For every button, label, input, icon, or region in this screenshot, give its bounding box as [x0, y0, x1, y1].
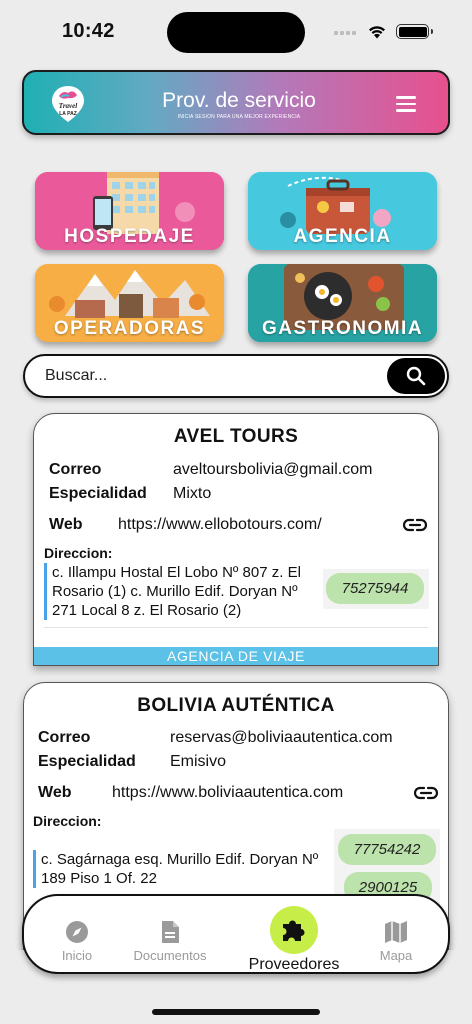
compass-icon [66, 921, 88, 943]
especialidad-label: Especialidad [38, 753, 136, 770]
provider-specialty: Mixto [173, 485, 212, 502]
provider-email: aveltoursbolivia@gmail.com [173, 461, 373, 478]
direccion-label: Direccion: [44, 545, 113, 561]
provider-website[interactable]: https://www.ellobotours.com/ [118, 516, 322, 534]
hamburger-menu-icon[interactable] [396, 96, 416, 112]
home-indicator [152, 1009, 320, 1015]
direccion-label: Direccion: [33, 813, 102, 829]
correo-label: Correo [49, 461, 102, 478]
provider-address: c. Sagárnaga esq. Murillo Edif. Doryan N… [33, 850, 323, 888]
battery-icon [396, 24, 433, 39]
status-time: 10:42 [62, 20, 115, 42]
category-agencia[interactable]: AGENCIA [248, 172, 437, 250]
web-label: Web [49, 516, 83, 533]
bottom-navigation: Inicio Documentos Proveedores Mapa [22, 894, 450, 974]
provider-list[interactable]: AVEL TOURS Correo aveltoursbolivia@gmail… [0, 410, 472, 950]
search-input[interactable] [45, 365, 375, 387]
category-label: GASTRONOMIA [261, 318, 424, 339]
nav-label: Inicio [61, 948, 93, 963]
provider-specialty: Emisivo [170, 753, 227, 770]
phone-chip[interactable]: 77754242 [338, 834, 436, 865]
wifi-icon [369, 26, 385, 39]
search-icon [406, 366, 426, 386]
correo-label: Correo [38, 729, 91, 746]
category-operadoras[interactable]: OPERADORAS [35, 264, 224, 342]
provider-card[interactable]: AVEL TOURS Correo aveltoursbolivia@gmail… [33, 413, 439, 666]
nav-item-proveedores[interactable]: Proveedores [246, 906, 342, 974]
provider-email: reservas@boliviaautentica.com [170, 729, 393, 746]
category-gastronomia[interactable]: GASTRONOMIA [248, 264, 437, 342]
puzzle-icon [283, 920, 305, 941]
provider-website[interactable]: https://www.boliviaautentica.com [112, 784, 343, 802]
app-header: Travel LA PAZ Prov. de servicio INICIA S… [22, 70, 450, 135]
phone-chip[interactable]: 75275944 [326, 573, 424, 604]
link-icon[interactable] [414, 786, 438, 800]
nav-item-mapa[interactable]: Mapa [374, 920, 418, 963]
nav-item-documentos[interactable]: Documentos [128, 920, 212, 963]
nav-item-inicio[interactable]: Inicio [54, 920, 100, 963]
web-label: Web [38, 784, 72, 801]
nav-label: Mapa [379, 948, 413, 963]
category-label: AGENCIA [293, 226, 392, 247]
link-icon[interactable] [403, 518, 427, 532]
provider-type-badge: AGENCIA DE VIAJE [34, 647, 438, 665]
document-icon [162, 921, 179, 943]
search-bar [23, 354, 449, 398]
status-bar: 10:42 [0, 0, 472, 62]
dynamic-island [167, 12, 305, 53]
provider-name: AVEL TOURS [173, 426, 299, 447]
page-title: Prov. de servicio [162, 89, 316, 112]
provider-address: c. Illampu Hostal El Lobo Nº 807 z. El R… [44, 563, 322, 620]
search-button[interactable] [387, 358, 445, 394]
category-label: HOSPEDAJE [64, 226, 195, 247]
especialidad-label: Especialidad [49, 485, 147, 502]
page-subtitle: INICIA SESION PARA UNA MEJOR EXPERIENCIA [177, 114, 301, 120]
nav-label: Proveedores [248, 956, 340, 973]
map-icon [385, 921, 407, 943]
category-label: OPERADORAS [53, 318, 206, 339]
provider-name: BOLIVIA AUTÉNTICA [137, 695, 335, 716]
cellular-signal-icon [334, 31, 356, 35]
nav-label: Documentos [133, 948, 207, 963]
category-hospedaje[interactable]: HOSPEDAJE [35, 172, 224, 250]
